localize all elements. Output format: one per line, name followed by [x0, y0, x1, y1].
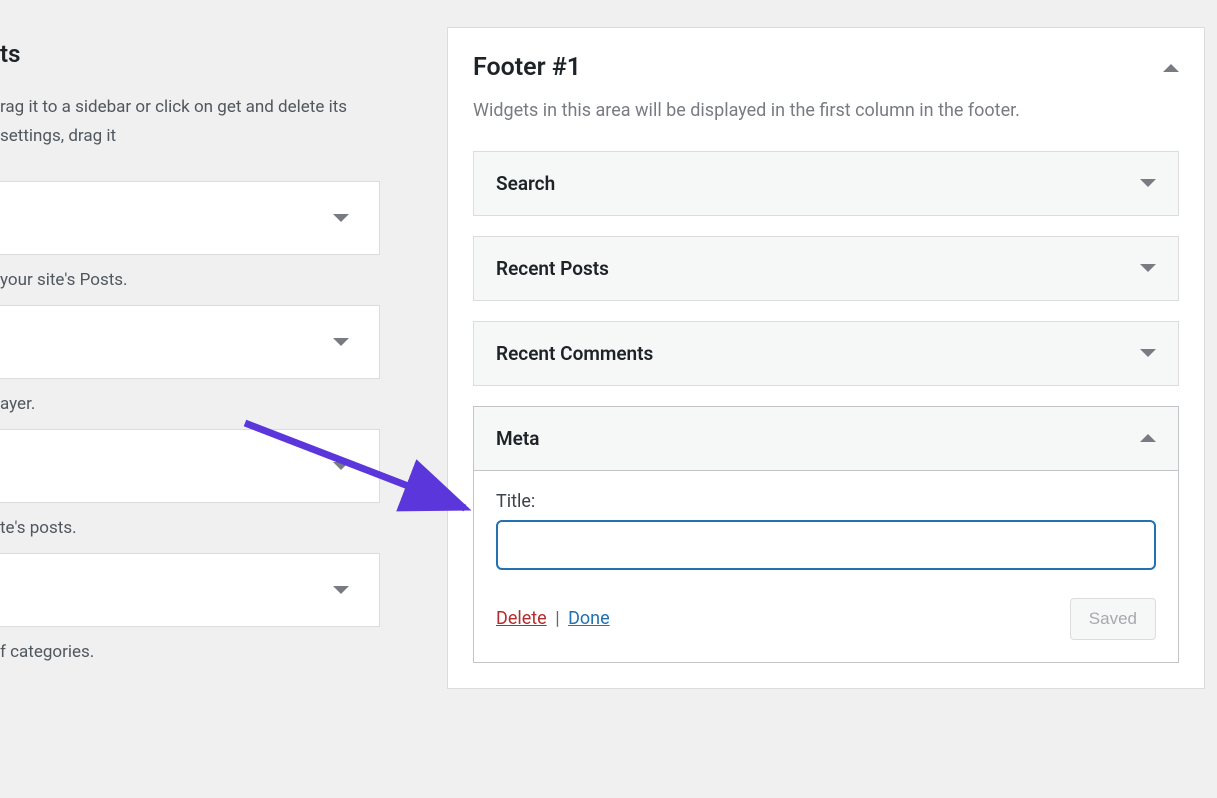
chevron-down-icon — [333, 338, 349, 346]
chevron-down-icon — [1140, 264, 1156, 272]
chevron-up-icon — [1163, 64, 1179, 72]
widget-title: Recent Comments — [496, 342, 653, 365]
widget-toggle[interactable]: Meta — [474, 407, 1178, 471]
chevron-down-icon — [333, 586, 349, 594]
widget-title: Recent Posts — [496, 257, 609, 280]
available-widget-item[interactable] — [0, 305, 380, 379]
widget-title: Search — [496, 172, 555, 195]
widget-caption: f categories. — [0, 642, 380, 662]
widget-recent-posts: Recent Posts — [473, 236, 1179, 301]
footer-description: Widgets in this area will be displayed i… — [473, 97, 1179, 126]
footer-header[interactable]: Footer #1 — [473, 53, 1179, 82]
available-widget-item[interactable] — [0, 181, 380, 255]
panel-heading: ts — [0, 40, 380, 68]
widget-title: Meta — [496, 427, 539, 450]
widget-caption: te's posts. — [0, 518, 380, 538]
widget-caption: ayer. — [0, 394, 380, 414]
chevron-down-icon — [333, 462, 349, 470]
available-widget-item[interactable] — [0, 429, 380, 503]
footer-title: Footer #1 — [473, 53, 581, 82]
widget-recent-comments: Recent Comments — [473, 321, 1179, 386]
title-label: Title: — [496, 491, 1156, 512]
widget-search: Search — [473, 151, 1179, 216]
separator: | — [555, 608, 559, 629]
available-widgets-panel: ts rag it to a sidebar or click on get a… — [0, 0, 380, 677]
chevron-down-icon — [1140, 349, 1156, 357]
footer-widget-area: Footer #1 Widgets in this area will be d… — [447, 27, 1205, 689]
chevron-up-icon — [1140, 434, 1156, 442]
widget-body: Title: Delete | Done Saved — [474, 471, 1178, 662]
saved-button: Saved — [1070, 598, 1156, 640]
chevron-down-icon — [333, 214, 349, 222]
panel-description: rag it to a sidebar or click on get and … — [0, 93, 380, 151]
widget-toggle[interactable]: Recent Posts — [474, 237, 1178, 300]
widget-toggle[interactable]: Recent Comments — [474, 322, 1178, 385]
widget-caption: your site's Posts. — [0, 270, 380, 290]
widget-toggle[interactable]: Search — [474, 152, 1178, 215]
delete-link[interactable]: Delete — [496, 608, 547, 629]
action-links: Delete | Done — [496, 608, 610, 629]
title-input[interactable] — [496, 520, 1156, 570]
available-widget-item[interactable] — [0, 553, 380, 627]
done-link[interactable]: Done — [568, 608, 610, 629]
widget-meta: Meta Title: Delete | Done Saved — [473, 406, 1179, 663]
chevron-down-icon — [1140, 179, 1156, 187]
widget-actions: Delete | Done Saved — [496, 598, 1156, 640]
